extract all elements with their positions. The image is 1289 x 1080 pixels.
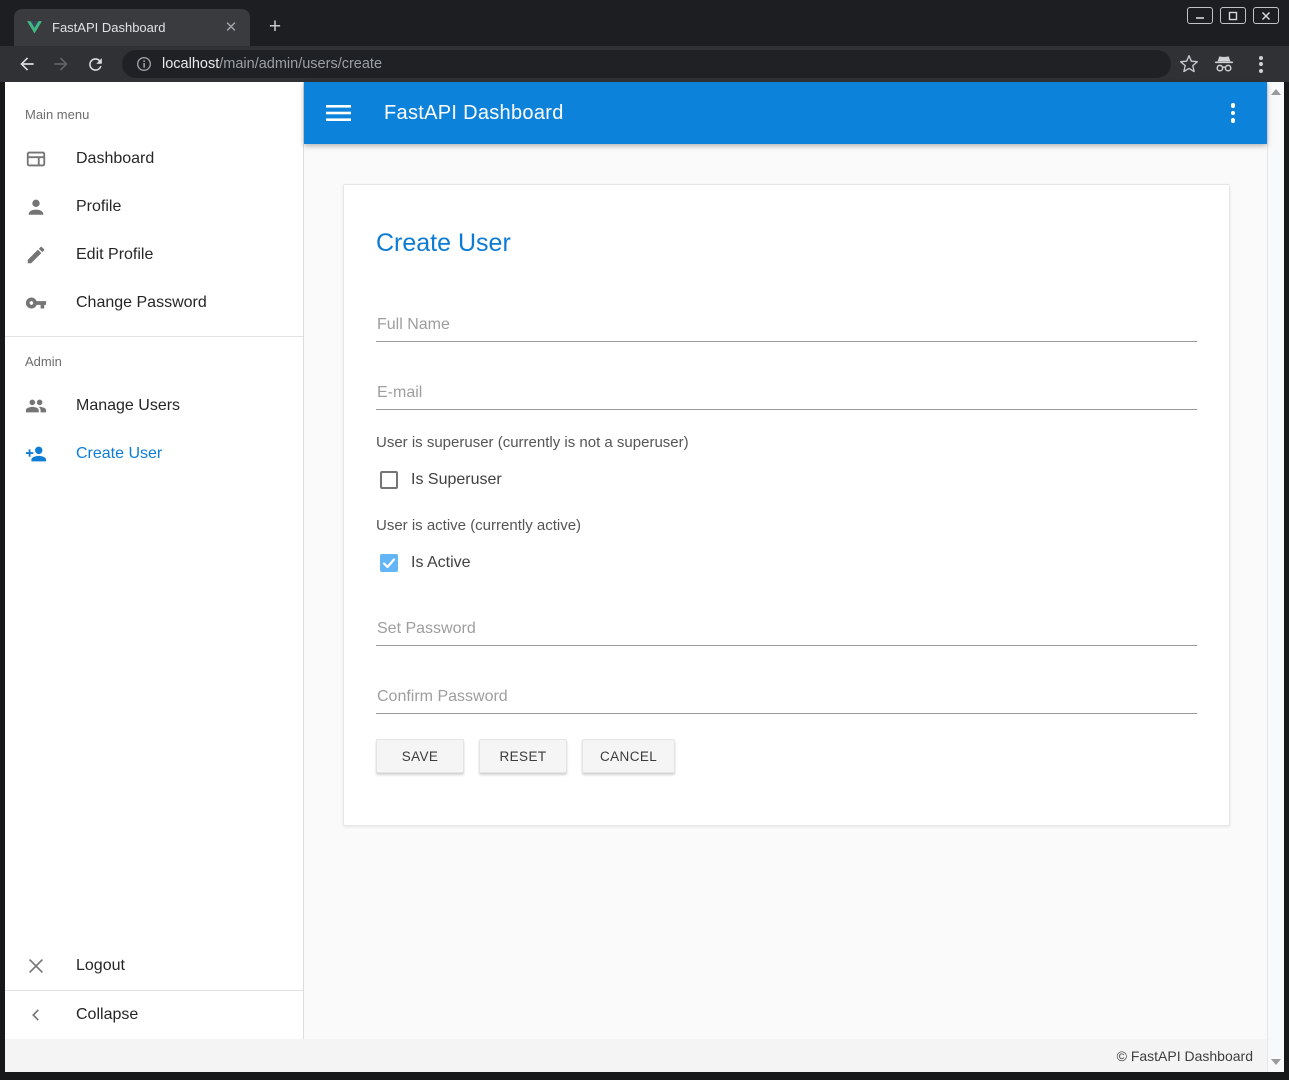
window-minimize-button[interactable] [1187, 7, 1213, 24]
email-field[interactable] [376, 376, 1197, 410]
reload-button[interactable] [81, 50, 109, 78]
url-bar[interactable]: localhost/main/admin/users/create [122, 50, 1171, 78]
scroll-up-icon[interactable] [1271, 89, 1281, 95]
cancel-button[interactable]: CANCEL [582, 739, 675, 773]
tab-close-icon[interactable]: ✕ [222, 19, 240, 37]
bookmark-star-icon[interactable] [1179, 54, 1199, 74]
dashboard-icon [25, 148, 47, 170]
sidebar-item-label: Dashboard [76, 150, 154, 168]
sidebar-item-change-password[interactable]: Change Password [5, 279, 303, 327]
full-name-field[interactable] [376, 308, 1197, 342]
app-title: FastAPI Dashboard [384, 102, 564, 125]
superuser-hint: User is superuser (currently is not a su… [376, 434, 1197, 451]
browser-toolbar: localhost/main/admin/users/create [0, 46, 1289, 82]
forward-button[interactable] [47, 50, 75, 78]
page-footer: © FastAPI Dashboard [5, 1039, 1267, 1072]
main-area: FastAPI Dashboard Create User User is su… [304, 82, 1267, 1039]
close-icon [25, 955, 47, 977]
reset-button[interactable]: RESET [479, 739, 567, 773]
sidebar-item-label: Profile [76, 198, 121, 216]
footer-copyright: © FastAPI Dashboard [1117, 1048, 1253, 1064]
sidebar-item-label: Collapse [76, 1006, 138, 1024]
site-info-icon[interactable] [136, 56, 152, 72]
set-password-field[interactable] [376, 612, 1197, 646]
tab-title: FastAPI Dashboard [52, 20, 222, 35]
sidebar-item-logout[interactable]: Logout [5, 942, 303, 990]
window-maximize-button[interactable] [1220, 7, 1246, 24]
sidebar-item-profile[interactable]: Profile [5, 183, 303, 231]
url-path: /main/admin/users/create [219, 56, 382, 72]
window-close-button[interactable] [1253, 7, 1279, 24]
sidebar-item-edit-profile[interactable]: Edit Profile [5, 231, 303, 279]
active-hint: User is active (currently active) [376, 517, 1197, 534]
page: Main menu Dashboard Profile [5, 82, 1267, 1072]
sidebar-item-manage-users[interactable]: Manage Users [5, 382, 303, 430]
chevron-left-icon [25, 1004, 47, 1026]
page-scrollbar[interactable] [1267, 82, 1284, 1072]
sidebar-item-label: Edit Profile [76, 246, 153, 264]
browser-tab[interactable]: FastAPI Dashboard ✕ [14, 9, 250, 46]
checkbox-checked-icon[interactable] [380, 554, 398, 572]
sidebar-item-collapse[interactable]: Collapse [5, 991, 303, 1039]
confirm-password-field[interactable] [376, 680, 1197, 714]
sidebar-item-dashboard[interactable]: Dashboard [5, 135, 303, 183]
save-button[interactable]: SAVE [376, 739, 464, 773]
sidebar-item-label: Create User [76, 445, 162, 463]
create-user-card: Create User User is superuser (currently… [343, 184, 1230, 826]
vue-favicon-icon [26, 19, 43, 36]
new-tab-button[interactable]: + [262, 14, 288, 40]
back-button[interactable] [13, 50, 41, 78]
sidebar-item-create-user[interactable]: Create User [5, 430, 303, 478]
person-add-icon [25, 443, 47, 465]
sidebar-section-main-menu: Main menu [5, 82, 303, 135]
scroll-down-icon[interactable] [1271, 1059, 1281, 1065]
sidebar-item-label: Manage Users [76, 397, 180, 415]
incognito-icon [1213, 54, 1235, 74]
sidebar-item-label: Logout [76, 957, 125, 975]
is-superuser-checkbox-row[interactable]: Is Superuser [376, 471, 1197, 489]
app-menu-icon[interactable] [1221, 101, 1245, 125]
pencil-icon [25, 244, 47, 266]
sidebar-item-label: Change Password [76, 294, 207, 312]
people-icon [25, 395, 47, 417]
app-bar: FastAPI Dashboard [304, 82, 1267, 144]
url-text: localhost/main/admin/users/create [162, 56, 382, 72]
key-icon [25, 292, 47, 314]
checkbox-label: Is Superuser [411, 471, 502, 489]
url-host: localhost [162, 56, 219, 72]
browser-menu-icon[interactable] [1249, 52, 1273, 76]
sidebar-section-admin: Admin [5, 337, 303, 382]
is-active-checkbox-row[interactable]: Is Active [376, 554, 1197, 572]
hamburger-menu-icon[interactable] [326, 103, 351, 123]
page-title: Create User [376, 229, 1197, 258]
content-area: Create User User is superuser (currently… [304, 144, 1267, 1039]
checkbox-label: Is Active [411, 554, 471, 572]
browser-tabstrip: FastAPI Dashboard ✕ + [0, 0, 1289, 46]
checkbox-unchecked-icon[interactable] [380, 471, 398, 489]
person-icon [25, 196, 47, 218]
sidebar: Main menu Dashboard Profile [5, 82, 304, 1039]
